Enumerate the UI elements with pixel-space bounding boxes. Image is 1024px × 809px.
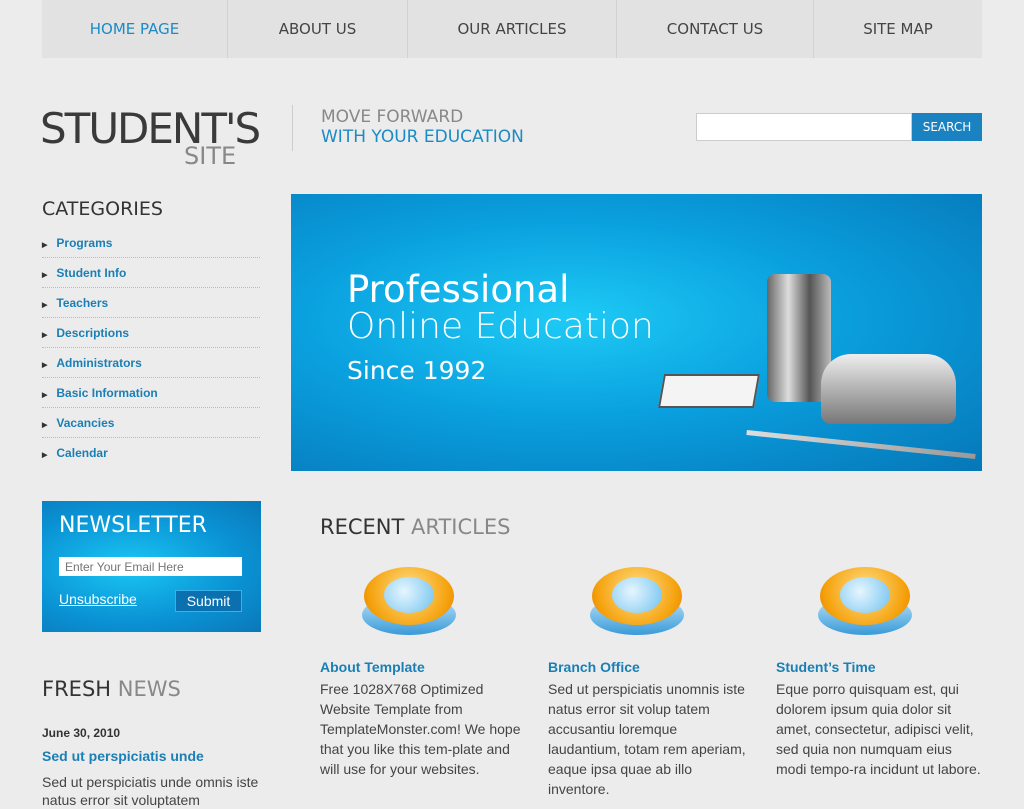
- submit-button[interactable]: Submit: [175, 590, 242, 612]
- stapler-image: [821, 354, 956, 424]
- category-item[interactable]: ▶ Vacancies: [42, 408, 260, 438]
- news-headline[interactable]: Sed ut perspiciatis unde: [42, 748, 204, 764]
- search-input[interactable]: [696, 113, 912, 141]
- category-label: Programs: [56, 235, 113, 250]
- arrow-icon: ▶: [42, 361, 48, 369]
- arrow-icon: ▶: [42, 331, 48, 339]
- globe-icon: [588, 565, 686, 637]
- news-text: Sed ut perspiciatis unde omnis iste natu…: [42, 774, 259, 808]
- categories-list: ▶ Programs ▶ Student Info ▶ Teachers ▶ Descript…: [42, 228, 260, 468]
- heading-part: FRESH: [42, 677, 112, 701]
- tagline-line2: WITH YOUR EDUCATION: [321, 127, 524, 147]
- banner-line3: Since 1992: [347, 356, 487, 385]
- article-title[interactable]: Branch Office: [548, 659, 753, 675]
- category-label: Administrators: [56, 355, 142, 370]
- main-nav: HOME PAGE ABOUT US OUR ARTICLES CONTACT …: [42, 0, 982, 58]
- article-text: Eque porro quisquam est, qui dolorem ips…: [776, 681, 981, 777]
- category-label: Calendar: [56, 446, 108, 460]
- category-item[interactable]: ▶ Calendar: [42, 438, 260, 468]
- category-label: Student Info: [56, 265, 127, 280]
- heading-part: ARTICLES: [411, 515, 511, 539]
- article-title[interactable]: About Template: [320, 659, 525, 675]
- nav-about-us[interactable]: ABOUT US: [228, 0, 408, 58]
- category-item[interactable]: ▶ Programs: [42, 228, 260, 258]
- article-title[interactable]: Student’s Time: [776, 659, 981, 675]
- logo-subtitle: SITE: [184, 142, 237, 170]
- heading-part: NEWS: [117, 677, 181, 701]
- newsletter-title: NEWSLETTER: [59, 513, 207, 538]
- arrow-icon: ▶: [42, 271, 48, 279]
- categories-heading: CATEGORIES: [42, 198, 163, 220]
- category-label: Basic Information: [56, 385, 158, 400]
- recent-articles-heading: RECENT ARTICLES: [320, 515, 510, 539]
- category-label: Vacancies: [56, 415, 115, 430]
- news-date: June 30, 2010: [42, 726, 121, 740]
- search-button[interactable]: SEARCH: [912, 113, 982, 141]
- article-text: Free 1028X768 Optimized Website Template…: [320, 681, 521, 777]
- category-label: Descriptions: [56, 325, 130, 340]
- banner-line2: Online Education: [347, 306, 654, 347]
- arrow-icon: ▶: [42, 301, 48, 309]
- nav-contact-us[interactable]: CONTACT US: [617, 0, 814, 58]
- unsubscribe-link[interactable]: Unsubscribe: [59, 591, 137, 607]
- tagline-line1: MOVE FORWARD: [321, 107, 464, 127]
- category-item[interactable]: ▶ Student Info: [42, 258, 260, 288]
- category-label: Teachers: [56, 295, 109, 310]
- category-item[interactable]: ▶ Descriptions: [42, 318, 260, 348]
- notepad-image: [658, 374, 760, 408]
- divider: [292, 105, 293, 151]
- fresh-news-heading: FRESH NEWS: [42, 677, 181, 701]
- heading-part: RECENT: [320, 515, 405, 539]
- arrow-icon: ▶: [42, 452, 48, 459]
- newsletter-box: NEWSLETTER Unsubscribe Submit: [42, 501, 261, 632]
- banner-line1: Professional: [347, 268, 570, 311]
- category-item[interactable]: ▶ Basic Information: [42, 378, 260, 408]
- article-card: Student’s Time Eque porro quisquam est, q…: [776, 565, 981, 779]
- article-text: Sed ut perspiciatis unomnis iste natus e…: [548, 681, 746, 797]
- nav-home-page[interactable]: HOME PAGE: [42, 0, 228, 58]
- arrow-icon: ▶: [42, 391, 48, 399]
- nav-our-articles[interactable]: OUR ARTICLES: [408, 0, 617, 58]
- article-card: About Template Free 1028X768 Optimized We…: [320, 565, 525, 779]
- pen-image: [746, 429, 976, 460]
- clock-icon: [816, 565, 914, 637]
- category-item[interactable]: ▶ Teachers: [42, 288, 260, 318]
- email-input[interactable]: [59, 557, 242, 576]
- arrow-icon: ▶: [42, 241, 48, 249]
- category-item[interactable]: ▶ Administrators: [42, 348, 260, 378]
- article-card: Branch Office Sed ut perspiciatis unomnis…: [548, 565, 753, 799]
- nav-site-map[interactable]: SITE MAP: [814, 0, 982, 58]
- pie-chart-icon: [360, 565, 458, 637]
- hero-banner: Professional Online Education Since 1992: [291, 194, 982, 471]
- arrow-icon: ▶: [42, 421, 48, 429]
